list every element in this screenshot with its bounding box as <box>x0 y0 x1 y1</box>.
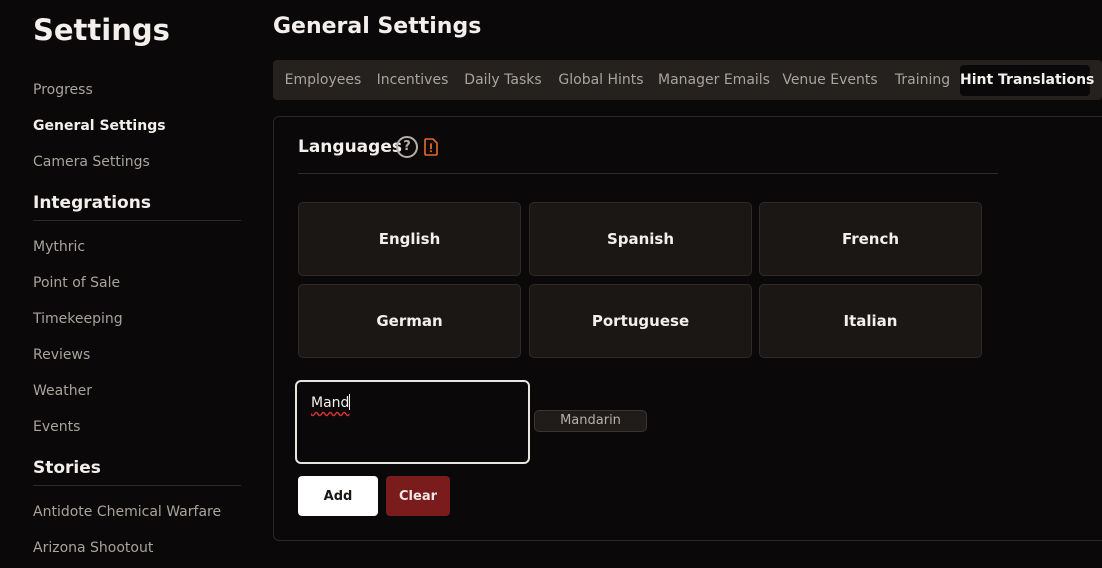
tab-venue-events[interactable]: Venue Events <box>780 65 880 96</box>
language-input[interactable]: Mand <box>295 380 530 464</box>
sidebar-item-timekeeping[interactable]: Timekeeping <box>33 311 123 327</box>
text-caret <box>349 394 351 410</box>
tab-daily-tasks[interactable]: Daily Tasks <box>461 65 545 96</box>
sidebar-item-mythric[interactable]: Mythric <box>33 239 85 255</box>
stories-divider <box>33 485 241 486</box>
language-card-italian[interactable]: Italian <box>759 284 982 358</box>
tab-bar: Employees Incentives Daily Tasks Global … <box>273 60 1102 100</box>
language-card-spanish[interactable]: Spanish <box>529 202 752 276</box>
warning-file-icon[interactable] <box>424 138 438 156</box>
sidebar: Settings Progress General Settings Camer… <box>0 0 258 568</box>
tab-manager-emails[interactable]: Manager Emails <box>657 65 771 96</box>
integrations-divider <box>33 220 241 221</box>
tab-employees[interactable]: Employees <box>281 65 365 96</box>
language-card-french[interactable]: French <box>759 202 982 276</box>
tab-incentives[interactable]: Incentives <box>373 65 452 96</box>
add-button[interactable]: Add <box>298 476 378 516</box>
sidebar-item-point-of-sale[interactable]: Point of Sale <box>33 275 120 291</box>
panel-divider <box>298 173 998 174</box>
sidebar-item-weather[interactable]: Weather <box>33 383 92 399</box>
languages-panel: Languages ? English Spanish French Germa… <box>273 116 1102 541</box>
clear-button[interactable]: Clear <box>386 476 450 516</box>
stories-heading: Stories <box>33 458 101 478</box>
sidebar-item-events[interactable]: Events <box>33 419 80 435</box>
tab-global-hints[interactable]: Global Hints <box>554 65 648 96</box>
sidebar-item-antidote-chemical-warfare[interactable]: Antidote Chemical Warfare <box>33 504 221 520</box>
language-card-english[interactable]: English <box>298 202 521 276</box>
integrations-heading: Integrations <box>33 193 151 213</box>
sidebar-item-reviews[interactable]: Reviews <box>33 347 90 363</box>
sidebar-item-progress[interactable]: Progress <box>33 82 93 98</box>
sidebar-title: Settings <box>33 13 170 47</box>
help-icon[interactable]: ? <box>396 136 418 158</box>
languages-heading: Languages <box>298 137 402 157</box>
tab-training[interactable]: Training <box>889 65 956 96</box>
sidebar-item-arizona-shootout[interactable]: Arizona Shootout <box>33 540 153 556</box>
sidebar-item-camera-settings[interactable]: Camera Settings <box>33 154 150 170</box>
tab-hint-translations[interactable]: Hint Translations <box>960 65 1094 96</box>
suggestion-chip-mandarin[interactable]: Mandarin <box>534 410 647 432</box>
language-input-value: Mand <box>311 395 350 411</box>
language-card-portuguese[interactable]: Portuguese <box>529 284 752 358</box>
language-card-german[interactable]: German <box>298 284 521 358</box>
page-title: General Settings <box>273 14 482 39</box>
sidebar-item-general-settings[interactable]: General Settings <box>33 118 166 134</box>
